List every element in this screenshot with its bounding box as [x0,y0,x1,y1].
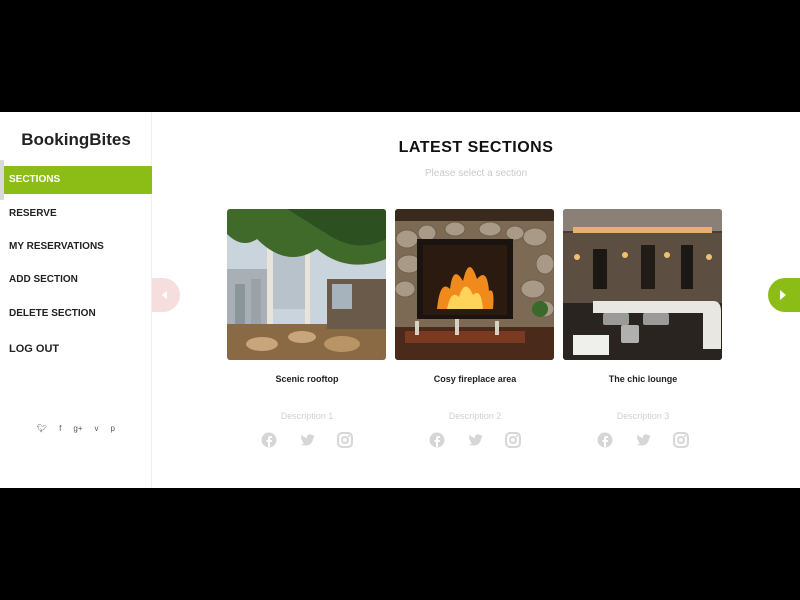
section-share-icons [227,431,387,449]
facebook-icon[interactable]: f [59,424,61,433]
brand-logo[interactable]: BookingBites [0,130,152,150]
section-description: Description 3 [616,411,670,421]
nav-item-delete-section[interactable]: DELETE SECTION [4,300,152,328]
section-name[interactable]: The chic lounge [563,374,723,384]
instagram-icon[interactable] [505,431,521,448]
nav-item-reserve[interactable]: RESERVE [4,200,152,228]
section-card-chic-lounge: The chic lounge Description 3 [563,209,723,449]
section-description: Description 2 [448,411,502,421]
instagram-icon[interactable] [337,431,353,448]
section-image-rooftop[interactable] [227,209,386,360]
facebook-icon[interactable] [597,432,613,448]
vimeo-icon[interactable]: v [95,424,99,433]
app-window: BookingBites SECTIONS RESERVE MY RESERVA… [0,112,800,488]
sidebar-social-links: 🐦︎ f g+ v p [0,418,152,436]
section-share-icons [563,431,723,449]
twitter-icon[interactable] [467,432,483,448]
carousel-prev-button[interactable] [152,278,180,312]
section-name[interactable]: Cosy fireplace area [395,374,555,384]
twitter-icon[interactable] [635,432,651,448]
section-share-icons [395,431,555,449]
google-plus-icon[interactable]: g+ [73,424,82,433]
section-card-scenic-rooftop: Scenic rooftop Description 1 [227,209,387,449]
instagram-icon[interactable] [673,431,689,448]
facebook-icon[interactable] [261,432,277,448]
nav-item-add-section[interactable]: ADD SECTION [4,266,152,294]
page-subtitle: Please select a section [424,168,528,179]
section-image-lounge[interactable] [563,209,722,360]
page-title: LATEST SECTIONS [398,139,554,156]
nav-item-my-reservations[interactable]: MY RESERVATIONS [4,233,152,261]
sidebar: BookingBites SECTIONS RESERVE MY RESERVA… [0,112,152,488]
nav-item-log-out[interactable]: LOG OUT [4,335,152,363]
section-description: Description 1 [280,411,334,421]
carousel-next-button[interactable] [768,278,800,312]
nav-item-sections[interactable]: SECTIONS [4,166,152,194]
pinterest-icon[interactable]: p [111,424,115,433]
twitter-icon[interactable]: 🐦︎ [37,424,47,433]
main-content: LATEST SECTIONS Please select a section [152,112,800,488]
twitter-icon[interactable] [299,432,315,448]
section-card-cosy-fireplace: Cosy fireplace area Description 2 [395,209,555,449]
section-name[interactable]: Scenic rooftop [227,374,387,384]
facebook-icon[interactable] [429,432,445,448]
section-image-fireplace[interactable] [395,209,554,360]
